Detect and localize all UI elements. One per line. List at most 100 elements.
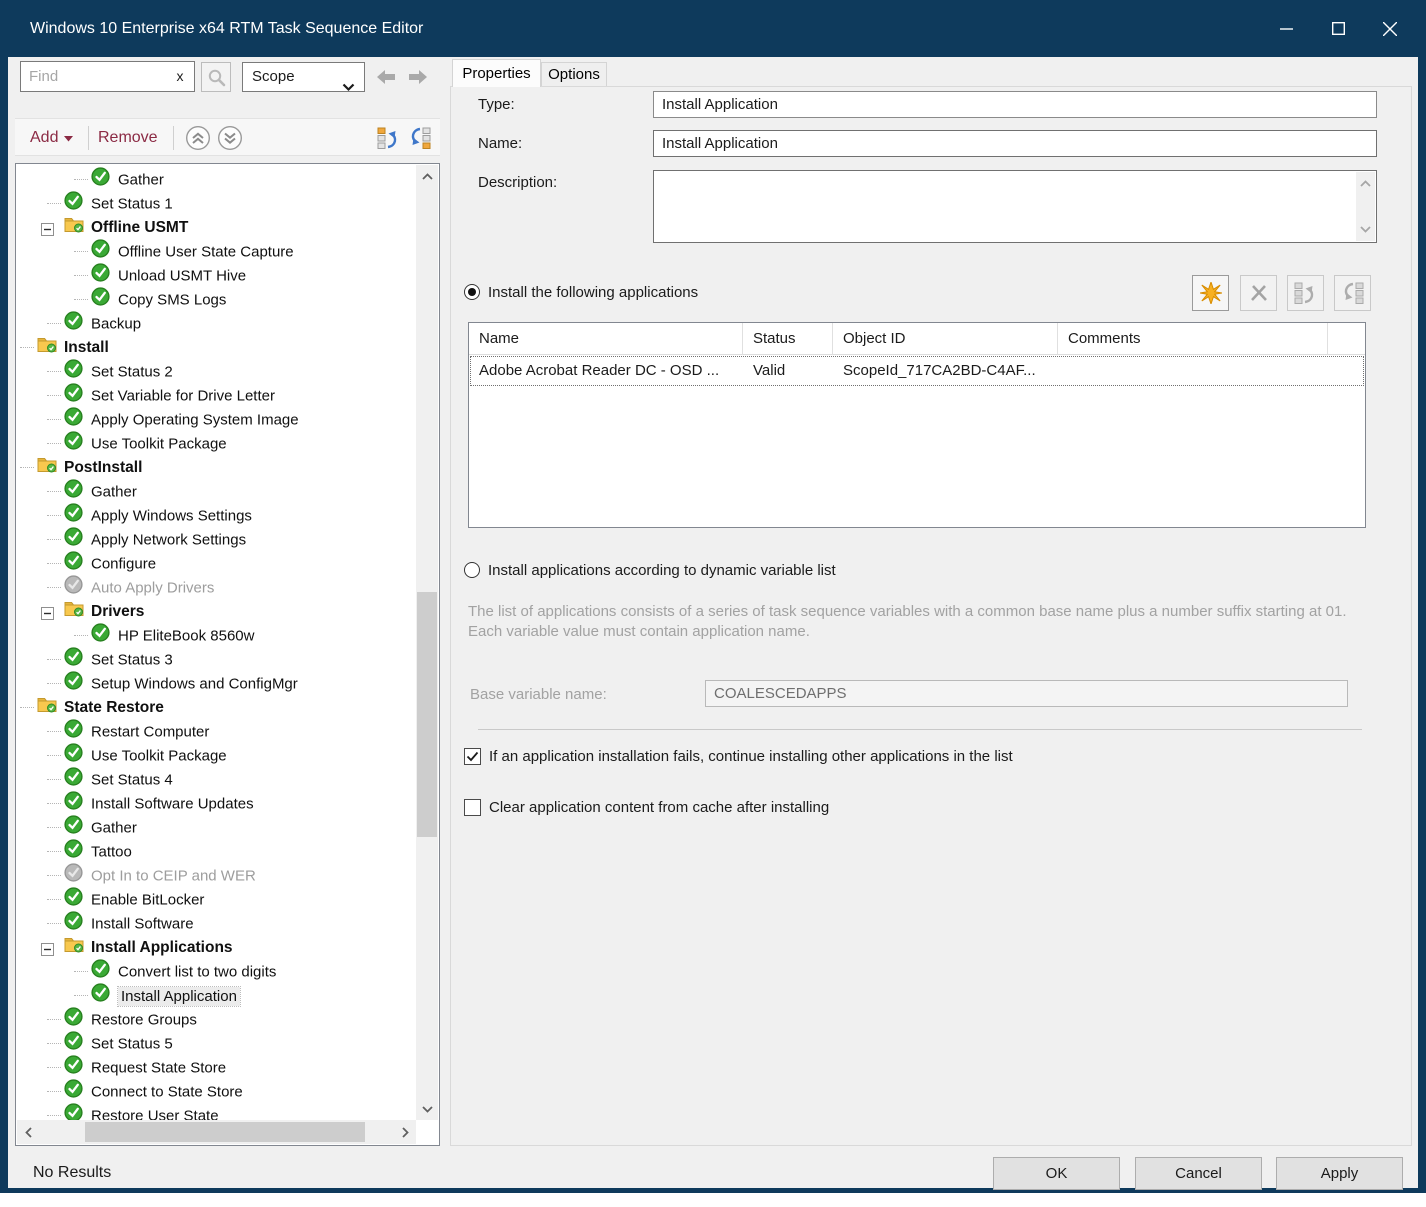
- radio-install-dynamic[interactable]: Install applications according to dynami…: [464, 560, 836, 580]
- tree-item[interactable]: Set Status 5: [17, 1031, 415, 1055]
- tree-item[interactable]: Gather: [17, 479, 415, 503]
- chevron-down-icon: [342, 74, 355, 102]
- group-folder-icon: [37, 695, 57, 721]
- column-header[interactable]: Status: [743, 323, 833, 354]
- tree-item[interactable]: Restore Groups: [17, 1007, 415, 1031]
- tree-item[interactable]: Copy SMS Logs: [17, 287, 415, 311]
- tree-item[interactable]: Enable BitLocker: [17, 887, 415, 911]
- tree-item[interactable]: Auto Apply Drivers: [17, 575, 415, 599]
- tree-item-label: Connect to State Store: [91, 1084, 243, 1101]
- tree-item[interactable]: Set Status 1: [17, 191, 415, 215]
- tree-item[interactable]: Set Status 2: [17, 359, 415, 383]
- tree-item[interactable]: Offline USMT: [17, 215, 415, 239]
- checkbox-clear-cache[interactable]: Clear application content from cache aft…: [464, 799, 829, 816]
- column-header[interactable]: Object ID: [833, 323, 1058, 354]
- tree-item-label: Gather: [91, 484, 137, 501]
- tree-item[interactable]: Gather: [17, 167, 415, 191]
- tree-item[interactable]: Restart Computer: [17, 719, 415, 743]
- move-down-icon: [1340, 281, 1365, 305]
- desktop-background: [0, 1193, 1426, 1207]
- scroll-down-button[interactable]: [416, 1098, 438, 1120]
- tree-item[interactable]: Connect to State Store: [17, 1079, 415, 1103]
- minimize-button[interactable]: [1260, 0, 1312, 57]
- scroll-down-button[interactable]: [1356, 220, 1375, 239]
- remove-button[interactable]: Remove: [98, 119, 158, 157]
- column-header[interactable]: Comments: [1058, 323, 1328, 354]
- tab-properties[interactable]: Properties: [452, 59, 541, 87]
- vertical-scrollbar-thumb[interactable]: [417, 592, 437, 837]
- tree-item[interactable]: Apply Windows Settings: [17, 503, 415, 527]
- checkbox-continue-on-fail[interactable]: If an application installation fails, co…: [464, 748, 1013, 765]
- table-row[interactable]: Adobe Acrobat Reader DC - OSD ...ValidSc…: [469, 355, 1365, 387]
- collapse-toggle[interactable]: [41, 220, 54, 233]
- scroll-up-button[interactable]: [416, 165, 438, 187]
- collapse-toggle[interactable]: [41, 604, 54, 617]
- column-header[interactable]: Name: [469, 323, 743, 354]
- tree-item-label: Gather: [118, 172, 164, 189]
- scroll-up-button[interactable]: [1356, 174, 1375, 193]
- tree-connector: [47, 683, 61, 684]
- new-application-button[interactable]: [1192, 275, 1229, 311]
- tree-item[interactable]: Install: [17, 335, 415, 359]
- scroll-right-button[interactable]: [394, 1120, 416, 1144]
- tree-item[interactable]: Request State Store: [17, 1055, 415, 1079]
- tree-item[interactable]: Opt In to CEIP and WER: [17, 863, 415, 887]
- add-button[interactable]: Add: [30, 119, 73, 157]
- scroll-left-button[interactable]: [17, 1120, 39, 1144]
- table-cell: Adobe Acrobat Reader DC - OSD ...: [469, 355, 743, 387]
- tree-item[interactable]: Gather: [17, 815, 415, 839]
- step-success-icon: [91, 959, 111, 986]
- apply-button[interactable]: Apply: [1276, 1157, 1403, 1190]
- tree-item[interactable]: Use Toolkit Package: [17, 743, 415, 767]
- close-button[interactable]: [1364, 0, 1416, 57]
- tree-item[interactable]: Install Software: [17, 911, 415, 935]
- move-step-down-button[interactable]: [407, 126, 432, 150]
- ok-button[interactable]: OK: [993, 1157, 1120, 1190]
- dynamic-variable-help-text: The list of applications consists of a s…: [468, 602, 1380, 642]
- collapse-all-button[interactable]: [185, 125, 211, 151]
- tree-item[interactable]: Apply Network Settings: [17, 527, 415, 551]
- tree-item[interactable]: Set Status 4: [17, 767, 415, 791]
- horizontal-scrollbar-thumb[interactable]: [85, 1122, 365, 1142]
- tree-connector: [47, 851, 61, 852]
- collapse-toggle[interactable]: [41, 940, 54, 953]
- move-step-up-button[interactable]: [376, 126, 401, 150]
- tree-item[interactable]: Backup: [17, 311, 415, 335]
- tree-item[interactable]: HP EliteBook 8560w: [17, 623, 415, 647]
- search-status: No Results: [33, 1164, 111, 1182]
- tree-item[interactable]: Restore User State: [17, 1103, 415, 1120]
- expand-all-button[interactable]: [217, 125, 243, 151]
- tree-item[interactable]: Install Software Updates: [17, 791, 415, 815]
- toolbar-separator: [88, 126, 89, 150]
- scope-dropdown[interactable]: Scope: [242, 62, 365, 92]
- description-field[interactable]: [653, 170, 1377, 243]
- tree-item[interactable]: PostInstall: [17, 455, 415, 479]
- radio-unselected-icon: [464, 562, 480, 578]
- maximize-button[interactable]: [1312, 0, 1364, 57]
- tree-item[interactable]: Use Toolkit Package: [17, 431, 415, 455]
- search-button[interactable]: [201, 62, 231, 92]
- step-success-icon: [64, 1007, 84, 1034]
- name-field[interactable]: [653, 130, 1377, 157]
- tree-vertical-scrollbar: [416, 165, 438, 1120]
- tree-item[interactable]: Drivers: [17, 599, 415, 623]
- radio-install-following[interactable]: Install the following applications: [464, 282, 698, 302]
- tree-item[interactable]: Install Applications: [17, 935, 415, 959]
- tree-connector: [47, 827, 61, 828]
- cancel-button[interactable]: Cancel: [1135, 1157, 1262, 1190]
- tree-item[interactable]: Set Variable for Drive Letter: [17, 383, 415, 407]
- tree-item[interactable]: Tattoo: [17, 839, 415, 863]
- tab-options[interactable]: Options: [541, 62, 607, 87]
- tree-item[interactable]: Set Status 3: [17, 647, 415, 671]
- tree-item[interactable]: Unload USMT Hive: [17, 263, 415, 287]
- tree-item[interactable]: State Restore: [17, 695, 415, 719]
- find-clear-button[interactable]: x: [168, 61, 192, 92]
- step-success-icon: [64, 191, 84, 218]
- tree-item[interactable]: Configure: [17, 551, 415, 575]
- step-success-icon: [91, 263, 111, 290]
- tree-item[interactable]: Setup Windows and ConfigMgr: [17, 671, 415, 695]
- tree-item[interactable]: Apply Operating System Image: [17, 407, 415, 431]
- tree-item[interactable]: Install Application: [17, 983, 415, 1007]
- tree-item[interactable]: Convert list to two digits: [17, 959, 415, 983]
- tree-item[interactable]: Offline User State Capture: [17, 239, 415, 263]
